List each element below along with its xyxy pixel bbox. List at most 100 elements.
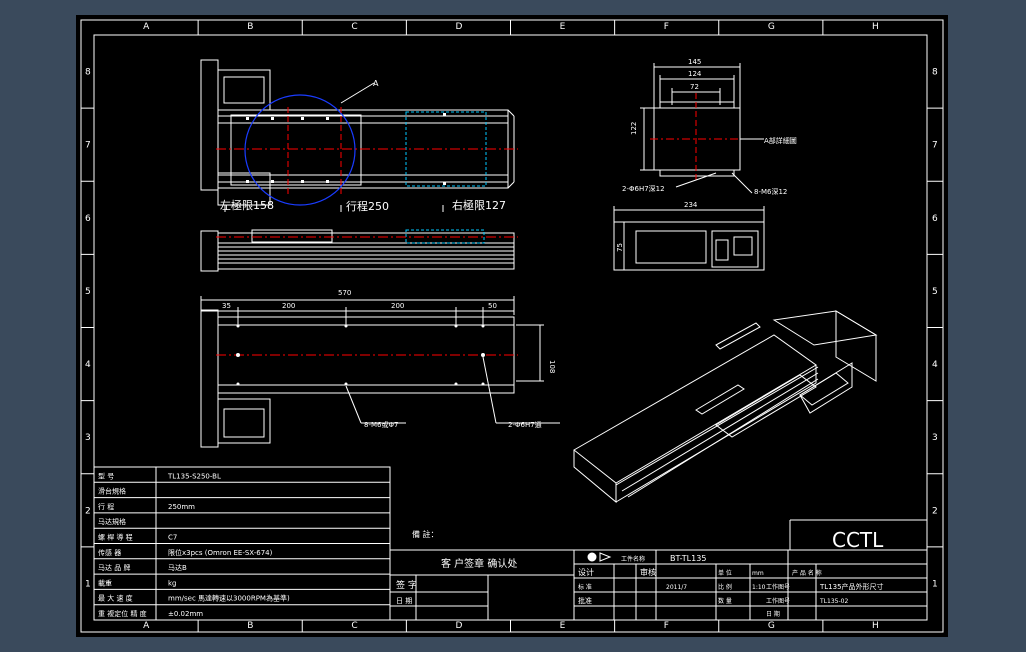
spec-value: mm/sec 馬達轉速以3000RPM為基準) xyxy=(168,594,290,603)
isometric-view xyxy=(573,310,878,504)
spec-label: 螺 桿 導 程 xyxy=(98,533,133,542)
spec-label: 马达規格 xyxy=(98,517,126,526)
stroke-label: 行程250 xyxy=(346,200,389,213)
row-label-left: 6 xyxy=(85,214,91,224)
unit-label: 单 位 xyxy=(718,569,732,577)
dim-200-right: 200 xyxy=(391,302,404,310)
column-label-bottom: C xyxy=(351,621,357,631)
column-label-bottom: D xyxy=(455,621,462,631)
product-name-label: 产 品 名 称 xyxy=(792,569,822,577)
holes-callout: 8-M6或Φ7 xyxy=(364,420,398,429)
height-dim-108: 108 xyxy=(548,360,556,373)
spec-value: 限位x3pcs (Omron EE-SX-674) xyxy=(168,548,273,557)
tap-depth-callout: 8-M6深12 xyxy=(754,187,787,196)
date-label-left: 日 期 xyxy=(396,597,412,605)
dim-72: 72 xyxy=(690,83,699,91)
row-label-left: 5 xyxy=(85,287,91,297)
spec-value: kg xyxy=(168,579,177,587)
column-label-bottom: G xyxy=(768,621,775,631)
product-name: TL135产品外形尺寸 xyxy=(819,582,884,591)
row-label-right: 5 xyxy=(932,287,938,297)
drawing-no-label-2: 工作图号 xyxy=(766,597,790,605)
row-label-right: 4 xyxy=(932,360,938,370)
date-value: 2011/7 xyxy=(666,584,687,591)
detail-a-note: A部詳細圖 xyxy=(764,136,797,145)
row-label-right: 8 xyxy=(932,68,938,78)
column-label-bottom: H xyxy=(872,621,879,631)
title-block-text: 備 註： 客 户签章 确认处 签 字 日 期 工件名称 BT-TL135 设计 … xyxy=(396,528,884,618)
overall-length-dim: 570 xyxy=(338,289,351,297)
column-label-top: E xyxy=(560,22,566,32)
row-label-left: 2 xyxy=(85,506,91,516)
detail-label-a: A xyxy=(373,79,379,88)
scale-value: 1:10 xyxy=(752,584,766,591)
row-label-right: 7 xyxy=(932,141,938,151)
drawing-no: TL135-02 xyxy=(819,598,848,605)
row-labels: 8 8 7 7 6 6 5 5 4 4 3 3 2 2 1 1 xyxy=(85,68,938,590)
spec-value: 250mm xyxy=(168,503,195,511)
right-limit-label: 右極限127 xyxy=(452,198,506,212)
customer-confirm-label: 客 户签章 确认处 xyxy=(441,557,517,570)
spec-label: 型 号 xyxy=(98,471,114,480)
row-label-right: 1 xyxy=(932,579,938,589)
row-label-left: 3 xyxy=(85,433,91,443)
end-view xyxy=(613,63,765,271)
dim-200-left: 200 xyxy=(282,302,295,310)
row-label-right: 2 xyxy=(932,506,938,516)
drawing-canvas: A A B B C C D D E E F F G G H H 8 8 7 7 6 6 5 5 4 4 3 3 2 2 1 1 xyxy=(80,19,944,633)
top-view xyxy=(200,59,518,212)
scale-label: 比 例 xyxy=(718,583,732,591)
sign-label: 签 字 xyxy=(396,579,417,591)
spec-table: 型 号 TL135-S250-BL 滑台規格行 程 250mm 马达規格螺 桿 導 程 C… xyxy=(94,471,390,618)
column-label-bottom: E xyxy=(560,621,566,631)
standard-label: 标 准 xyxy=(578,583,592,591)
column-label-bottom: B xyxy=(247,621,253,631)
drawing-sheet: AABBCCDDEEFFGGHH 8877665544332211 A 左極限1… xyxy=(76,15,948,637)
sheet-frame xyxy=(80,19,944,633)
date-label-right: 日 期 xyxy=(766,610,780,618)
design-label: 设计 xyxy=(578,567,594,577)
cad-viewport[interactable]: AABBCCDDEEFFGGHH 8877665544332211 A 左極限1… xyxy=(0,0,1026,652)
dim-122: 122 xyxy=(630,122,638,135)
row-label-right: 3 xyxy=(932,433,938,443)
drawing-no-label: 工作图号 xyxy=(766,583,790,591)
spec-label: 行 程 xyxy=(98,502,114,511)
spec-value: 马达B xyxy=(168,563,187,572)
spec-label: 載重 xyxy=(98,578,112,587)
column-label-top: C xyxy=(351,22,357,32)
left-limit-label: 左極限158 xyxy=(220,198,274,212)
notes-label: 備 註： xyxy=(412,529,439,539)
column-label-bottom: A xyxy=(143,621,150,631)
company-logo-mark xyxy=(587,552,612,562)
grid-ticks xyxy=(81,20,943,632)
column-label-top: A xyxy=(143,22,150,32)
pin-callout: 2-Φ6H7通 xyxy=(508,420,542,429)
spec-label: 滑台規格 xyxy=(98,487,126,496)
column-label-top: H xyxy=(872,22,879,32)
spec-label: 最 大 速 度 xyxy=(98,594,133,603)
row-label-left: 7 xyxy=(85,141,91,151)
front-view xyxy=(200,229,518,272)
dim-124: 124 xyxy=(688,70,702,78)
drawing-name: BT-TL135 xyxy=(670,554,706,563)
company-name: CCTL xyxy=(832,528,884,552)
approve-label: 批准 xyxy=(578,596,592,605)
spec-label: 传感 器 xyxy=(98,548,121,557)
pin-depth-callout: 2-Φ6H7深12 xyxy=(622,184,665,193)
unit-value: mm xyxy=(752,570,764,577)
check-label: 审核 xyxy=(640,567,656,577)
column-label-top: B xyxy=(247,22,253,32)
row-label-right: 6 xyxy=(932,214,938,224)
spec-label: 马达 品 牌 xyxy=(98,563,130,572)
dim-75: 75 xyxy=(616,243,624,252)
spec-value: ±0.02mm xyxy=(168,610,203,618)
drawing-name-label: 工件名称 xyxy=(621,555,645,563)
spec-value: TL135-S250-BL xyxy=(167,472,221,480)
spec-value: C7 xyxy=(168,534,177,542)
row-label-left: 8 xyxy=(85,68,91,78)
column-label-top: D xyxy=(455,22,462,32)
spec-label: 重 複定位 精 度 xyxy=(98,609,147,618)
dim-234: 234 xyxy=(684,201,698,209)
column-label-bottom: F xyxy=(664,621,669,631)
column-label-top: G xyxy=(768,22,775,32)
